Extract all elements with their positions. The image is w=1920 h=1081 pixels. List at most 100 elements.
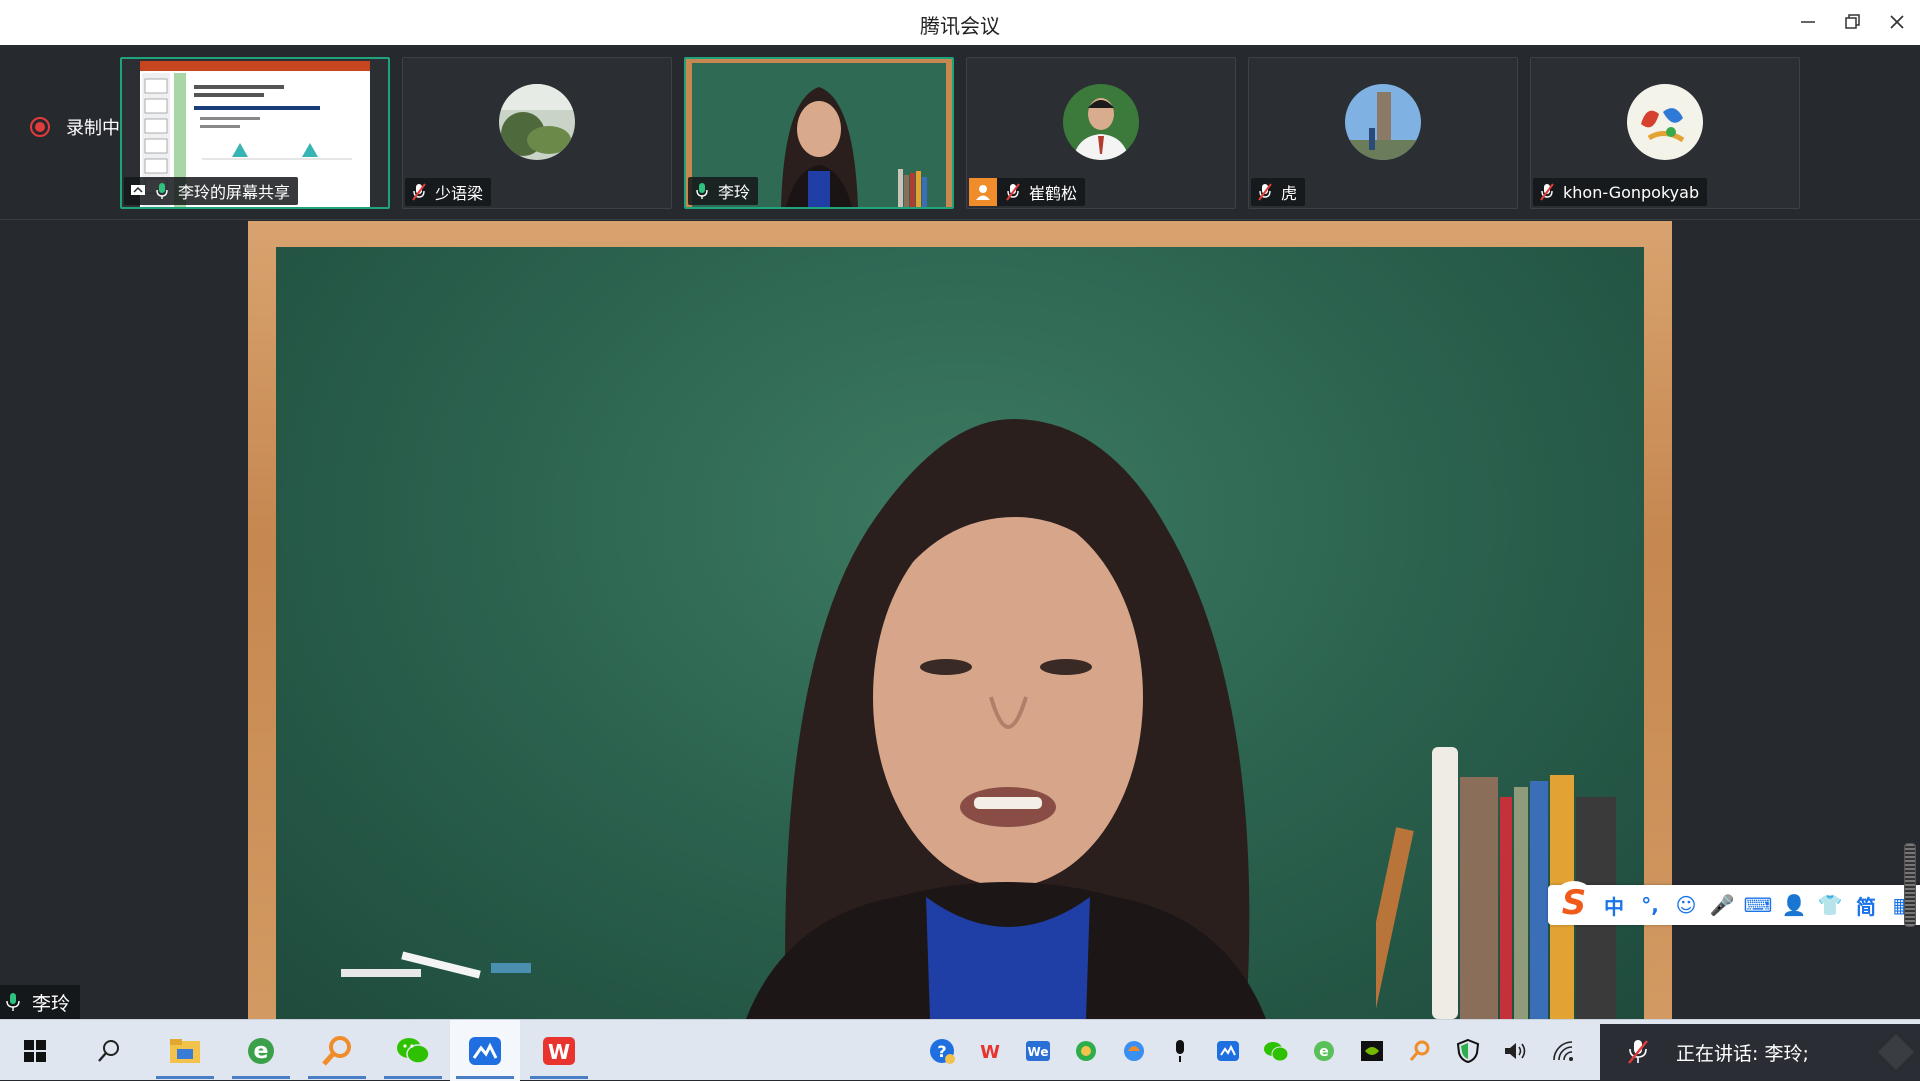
diamond-decoration-icon [1878,1034,1914,1070]
participant-tile[interactable]: 少语梁 [402,57,672,209]
recording-indicator[interactable]: 录制中 [30,114,120,140]
person-icon [969,178,997,206]
svg-text:W: W [980,1042,1000,1063]
svg-text:e: e [1319,1044,1329,1060]
microphone-tray-icon[interactable] [1166,1037,1194,1065]
record-dot-icon [30,117,50,137]
mic-on-icon [6,992,24,1012]
mic-muted-icon [1257,183,1273,201]
windows-logo-icon [24,1039,46,1062]
close-icon [1890,15,1904,29]
taskbar-tencent-meeting[interactable] [450,1020,520,1081]
participant-tile-active-speaker[interactable]: 李玲 [684,57,954,209]
recording-label: 录制中 [66,118,120,139]
window-titlebar: 腾讯会议 [0,0,1920,45]
browser-tray-icon[interactable] [1120,1037,1148,1065]
participant-tile[interactable]: 虎 [1248,57,1518,209]
search-icon [98,1039,119,1062]
participant-tile-screen-share[interactable]: 李玲的屏幕共享 [120,57,390,209]
mic-on-icon [154,182,170,200]
bookshelf-decoration [1376,747,1616,1019]
participant-label: 少语梁 [405,178,492,206]
mic-on-icon [694,182,710,200]
participant-name: 虎 [1281,184,1298,203]
participant-name: 崔鹤松 [1029,184,1078,203]
participant-tile[interactable]: khon-Gonpokyab [1530,57,1800,209]
orange-search-icon [322,1035,351,1066]
avatar [499,84,575,160]
security-tray-icon[interactable] [1072,1037,1100,1065]
virtual-background-frame [248,221,1672,1019]
participant-strip: 录制中 李玲的屏幕共享 少语梁 李玲 崔鹤松 虎 khon-Gonpokyab [0,45,1920,220]
minimize-button[interactable] [1793,8,1823,36]
minimize-icon [1801,21,1815,23]
screen-share-icon [130,182,146,200]
word-tray-icon[interactable]: We [1024,1037,1052,1065]
mic-muted-icon [1005,183,1021,201]
main-speaker-label: 李玲 [0,985,81,1019]
wps-icon: W [543,1036,575,1065]
taskbar-wechat[interactable] [378,1020,448,1081]
ie-browser-icon: e [248,1037,274,1064]
ime-voice-button[interactable]: 🎤 [1704,893,1740,917]
start-button[interactable] [0,1020,70,1081]
speaking-now-label: 正在讲话: 李玲; [1676,1042,1809,1065]
participant-tile[interactable]: 崔鹤松 [966,57,1236,209]
speaker-name: 李玲 [32,992,71,1015]
ime-user-button[interactable]: 👤 [1776,893,1812,917]
participant-label: 李玲的屏幕共享 [124,177,299,205]
shield-tray-icon[interactable] [1454,1037,1482,1065]
mic-muted-icon [411,183,427,201]
speaker-video [746,418,1266,1019]
close-button[interactable] [1882,8,1912,36]
ime-skin-button[interactable]: 👕 [1812,893,1848,917]
taskbar-search-app[interactable] [302,1020,372,1081]
avatar [1627,84,1703,160]
taskbar-browser-ie[interactable]: e [226,1020,296,1081]
participant-label: khon-Gonpokyab [1533,178,1708,206]
volume-icon[interactable] [1502,1037,1530,1065]
ime-keyboard-button[interactable]: ⌨ [1740,893,1776,917]
avatar [1345,84,1421,160]
participant-name: 李玲的屏幕共享 [178,183,291,202]
ime-drag-handle[interactable] [1904,843,1916,927]
ime-simplified-toggle[interactable]: 简 [1848,891,1884,920]
chalk-decoration [341,951,531,979]
participant-name: 李玲 [718,183,751,202]
participant-label: 虎 [1251,178,1306,206]
network-icon[interactable] [1550,1037,1578,1065]
window-title: 腾讯会议 [920,14,1000,38]
mute-toggle-button[interactable] [1618,1032,1658,1072]
mic-muted-icon [1628,1040,1648,1064]
ime-punctuation-toggle[interactable]: °, [1632,893,1668,917]
tencent-meeting-icon [469,1036,501,1065]
ime-chinese-mode[interactable]: 中 [1596,891,1632,920]
ime-emoji-button[interactable]: ☺ [1668,893,1704,917]
wps-tray-icon[interactable]: W [976,1037,1004,1065]
participant-name: khon-Gonpokyab [1563,182,1700,202]
wechat-icon [397,1037,430,1064]
speaking-status-bar: 正在讲话: 李玲; [1600,1024,1920,1080]
folder-icon [170,1038,200,1063]
restore-button[interactable] [1838,8,1868,36]
wechat-tray-icon[interactable] [1262,1037,1290,1065]
taskbar-file-explorer[interactable] [150,1020,220,1081]
taskbar-wps[interactable]: W [524,1020,594,1081]
participant-label: 李玲 [688,177,759,205]
svg-text:e: e [254,1039,269,1064]
participant-name: 少语梁 [435,184,484,203]
meeting-tray-icon[interactable] [1214,1037,1242,1065]
mic-muted-icon [1539,183,1555,201]
svg-text:We: We [1028,1045,1049,1059]
help-tray-icon[interactable]: ? [928,1037,956,1065]
search-app-tray-icon[interactable] [1406,1037,1434,1065]
chalkboard-background [276,247,1644,1019]
avatar [1063,84,1139,160]
browser-e-tray-icon[interactable]: e [1310,1037,1338,1065]
participant-label: 崔鹤松 [969,178,1086,206]
sogou-logo-icon[interactable]: S [1552,881,1596,925]
taskbar-search-button[interactable] [74,1020,144,1081]
ime-toolbar[interactable]: S 中 °, ☺ 🎤 ⌨ 👤 👕 简 ▦ [1548,881,1920,925]
restore-icon [1845,14,1860,29]
nvidia-tray-icon[interactable] [1358,1037,1386,1065]
